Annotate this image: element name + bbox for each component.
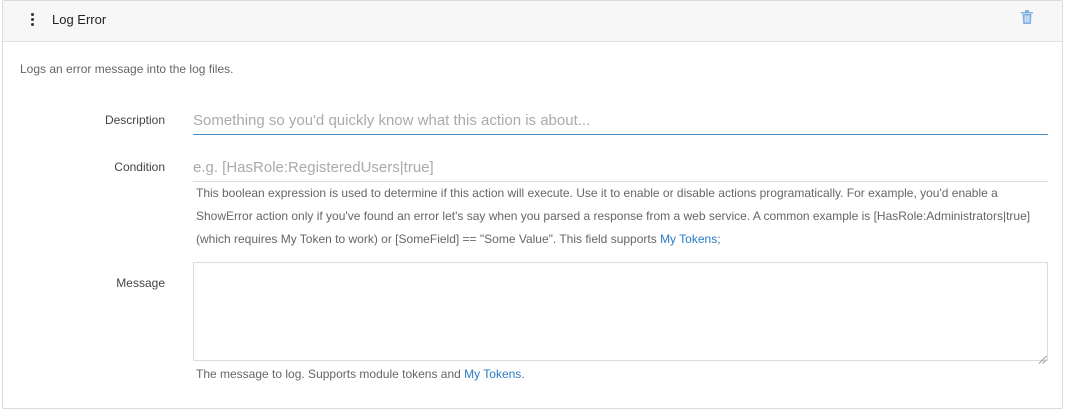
condition-help: This boolean expression is used to deter… [196, 182, 1046, 251]
message-help: The message to log. Supports module toke… [196, 363, 1046, 386]
my-tokens-link[interactable]: My Tokens [660, 232, 717, 246]
panel-header: Log Error [3, 1, 1062, 42]
message-help-suffix: . [521, 367, 525, 381]
description-label: Description [104, 113, 165, 127]
condition-help-text: This boolean expression is used to deter… [196, 186, 1031, 246]
message-textarea[interactable] [193, 262, 1048, 361]
my-tokens-link[interactable]: My Tokens [464, 367, 521, 381]
resize-grip-icon[interactable] [1038, 351, 1047, 364]
action-summary: Logs an error message into the log files… [20, 62, 234, 76]
message-help-text: The message to log. Supports module toke… [196, 367, 465, 381]
description-input[interactable] [193, 106, 1048, 135]
trash-icon[interactable] [1021, 10, 1033, 24]
condition-help-suffix: ; [717, 232, 721, 246]
message-label: Message [116, 276, 165, 290]
condition-label: Condition [114, 160, 165, 174]
condition-input[interactable] [193, 153, 1048, 182]
action-title: Log Error [52, 12, 107, 27]
vertical-dots-icon[interactable] [31, 13, 35, 27]
